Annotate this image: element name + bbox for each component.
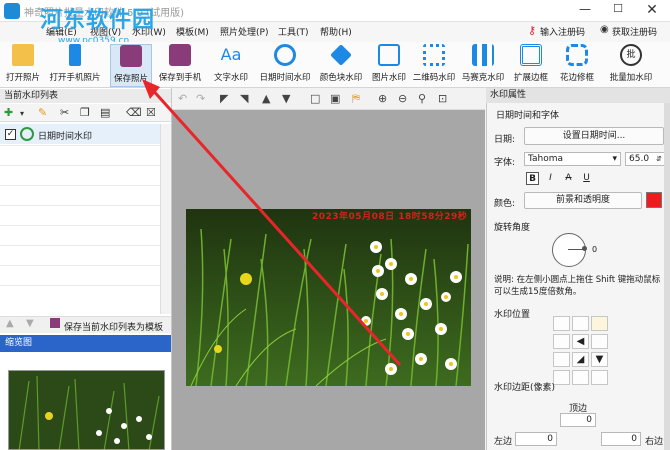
color-swatch[interactable] bbox=[646, 192, 662, 208]
expand-border-button[interactable]: 扩展边框 bbox=[510, 44, 552, 87]
qr-code-icon bbox=[423, 44, 445, 66]
datetime-font-section-title: 日期时间和字体 bbox=[496, 111, 560, 121]
cut-icon[interactable]: ✂ bbox=[60, 106, 69, 119]
menu-tools[interactable]: 工具(T) bbox=[278, 25, 309, 38]
folder-open-icon bbox=[12, 44, 34, 66]
site-logo: 河东软件园 bbox=[40, 7, 156, 33]
left-arrow-icon[interactable]: ◀ bbox=[572, 334, 589, 349]
paint-bucket-icon bbox=[330, 44, 352, 66]
dropdown-icon[interactable]: ▾ bbox=[20, 109, 24, 118]
properties-header: 水印属性 bbox=[486, 88, 670, 103]
menu-help[interactable]: 帮助(H) bbox=[320, 25, 352, 38]
position-middle-left[interactable] bbox=[553, 334, 570, 349]
down-arrow-icon[interactable]: ▼ bbox=[591, 352, 608, 367]
expand-border-icon bbox=[520, 44, 542, 66]
bold-button[interactable]: B bbox=[526, 172, 539, 185]
margin-section-title: 水印边距(像素) bbox=[494, 383, 556, 393]
clock-icon bbox=[20, 127, 34, 141]
open-photo-button[interactable]: 打开照片 bbox=[3, 44, 43, 87]
position-top-right[interactable] bbox=[591, 316, 608, 331]
underline-button[interactable]: U bbox=[580, 172, 593, 185]
stepper-arrows-icon: ⇵ bbox=[656, 155, 662, 163]
open-phone-photo-button[interactable]: 打开手机照片 bbox=[45, 44, 105, 87]
mosaic-watermark-button[interactable]: 马赛克水印 bbox=[460, 44, 506, 87]
position-section-title: 水印位置 bbox=[494, 310, 531, 320]
rotation-dial[interactable] bbox=[552, 233, 586, 267]
phone-icon bbox=[69, 44, 81, 66]
position-extra-center[interactable] bbox=[572, 370, 589, 385]
save-disk-icon bbox=[120, 45, 142, 67]
mosaic-icon bbox=[472, 44, 494, 66]
margin-right-label: 右边 bbox=[645, 437, 664, 447]
maximize-button[interactable]: ☐ bbox=[603, 2, 633, 20]
save-to-phone-icon bbox=[169, 44, 191, 66]
picture-icon bbox=[378, 44, 400, 66]
rotation-section-title: 旋转角度 bbox=[494, 223, 531, 233]
margin-right-stepper[interactable]: 0 bbox=[601, 432, 641, 446]
position-extra-right[interactable] bbox=[591, 370, 608, 385]
batch-icon: 批 bbox=[620, 44, 642, 66]
font-size-value: 65.0 bbox=[629, 154, 650, 164]
fit-window-icon[interactable]: ⊡ bbox=[438, 92, 447, 105]
position-top-center[interactable] bbox=[572, 316, 589, 331]
watermark-item-label: 日期时间水印 bbox=[38, 132, 93, 142]
position-extra-left[interactable] bbox=[553, 370, 570, 385]
italic-button[interactable]: I bbox=[544, 172, 557, 185]
color-label: 颜色: bbox=[494, 199, 516, 209]
add-icon[interactable]: ✚ bbox=[4, 106, 13, 119]
font-select-value: Tahoma bbox=[528, 154, 564, 164]
margin-left-label: 左边 bbox=[494, 437, 513, 447]
app-icon bbox=[4, 3, 20, 19]
position-middle-right[interactable] bbox=[591, 334, 608, 349]
text-aa-icon: Aa bbox=[220, 45, 242, 64]
close-button[interactable]: ✕ bbox=[637, 2, 667, 20]
copy-icon[interactable]: ❐ bbox=[80, 106, 90, 119]
angle-value: 0 bbox=[592, 245, 598, 254]
move-down-icon[interactable]: ▼ bbox=[26, 318, 34, 329]
edit-pencil-icon[interactable]: ✎ bbox=[38, 106, 47, 119]
lace-frame-icon bbox=[566, 44, 588, 66]
paste-icon[interactable]: ▤ bbox=[100, 106, 110, 119]
font-size-stepper[interactable]: 65.0 ⇵ bbox=[625, 152, 665, 166]
clock-icon bbox=[274, 44, 296, 66]
down-left-arrow-icon[interactable]: ◢ bbox=[572, 352, 589, 367]
font-select[interactable]: Tahoma ▾ bbox=[524, 152, 621, 166]
key-icon: ⚷ bbox=[528, 24, 537, 37]
menu-photo-process[interactable]: 照片处理(P) bbox=[220, 25, 268, 38]
font-label: 字体: bbox=[494, 158, 516, 168]
menu-template[interactable]: 模板(M) bbox=[176, 25, 209, 38]
foreground-opacity-button[interactable]: 前景和透明度 bbox=[524, 192, 642, 209]
thumbnail-image bbox=[8, 370, 165, 450]
move-up-icon[interactable]: ▲ bbox=[6, 318, 14, 329]
margin-top-stepper[interactable]: 0 bbox=[560, 413, 596, 427]
properties-scrollbar[interactable] bbox=[664, 103, 670, 450]
batch-watermark-button[interactable]: 批 批量加水印 bbox=[604, 44, 658, 87]
lock-icon: ◉ bbox=[600, 24, 609, 35]
position-bottom-left[interactable] bbox=[553, 352, 570, 367]
rotation-note: 说明: 在左侧小圆点上拖住 Shift 键拖动鼠标可以生成15度倍数角。 bbox=[494, 275, 661, 297]
save-disk-icon bbox=[50, 318, 60, 328]
rotation-handle[interactable] bbox=[582, 246, 587, 251]
chevron-down-icon: ▾ bbox=[612, 154, 617, 164]
date-label: 日期: bbox=[494, 135, 516, 145]
margin-left-stepper[interactable]: 0 bbox=[515, 432, 557, 446]
get-code-link[interactable]: 获取注册码 bbox=[612, 25, 657, 38]
annotation-arrow bbox=[142, 79, 402, 367]
thumbnail-grass-image bbox=[9, 371, 164, 449]
strikethrough-button[interactable]: A bbox=[562, 172, 575, 185]
set-datetime-button[interactable]: 设置日期时间... bbox=[524, 127, 664, 145]
watermark-item-checkbox[interactable]: ✓ bbox=[5, 129, 16, 140]
position-top-left[interactable] bbox=[553, 316, 570, 331]
minimize-button[interactable]: — bbox=[570, 2, 600, 20]
register-link[interactable]: 输入注册码 bbox=[540, 25, 585, 38]
lace-frame-button[interactable]: 花边修框 bbox=[556, 44, 598, 87]
